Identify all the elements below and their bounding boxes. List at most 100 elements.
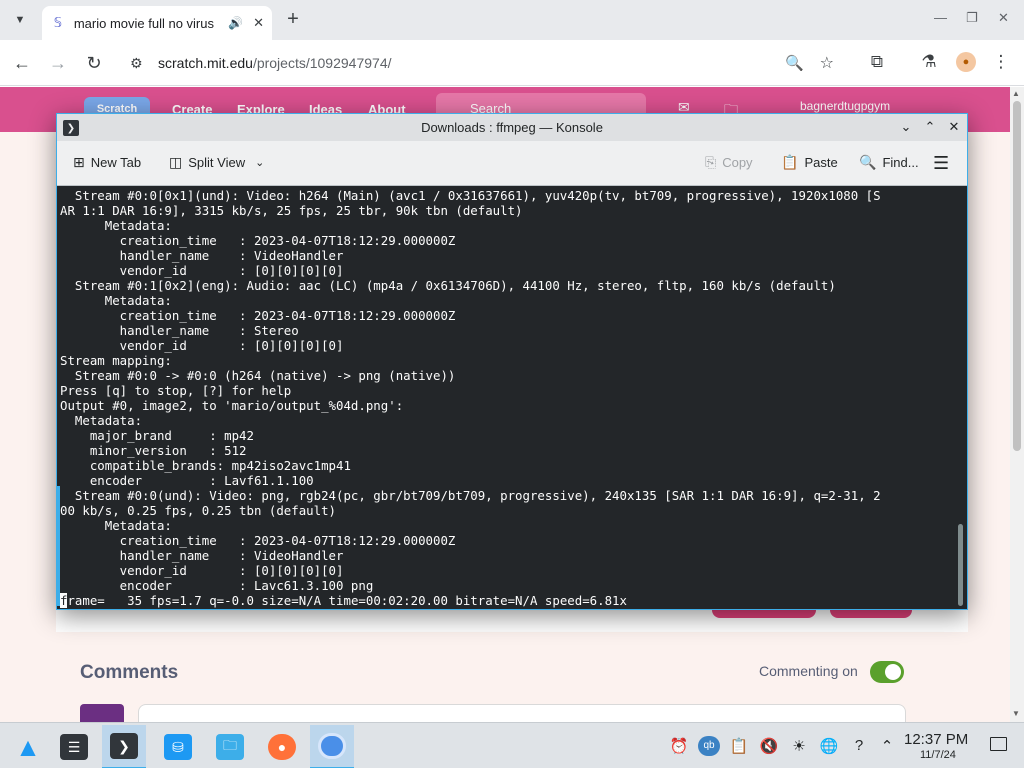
commenting-toggle[interactable] [870,661,904,683]
username[interactable]: bagnerdtugpgym [800,99,890,113]
terminal-line: Metadata: [60,518,172,533]
chromium-glyph [318,733,346,759]
help-icon[interactable]: ? [848,737,870,754]
terminal-line: creation_time : 2023-04-07T18:12:29.0000… [60,308,456,323]
new-tab-button[interactable]: ⊞ New Tab [73,154,141,171]
qbittorrent-icon[interactable]: qb [698,736,720,756]
copy-icon: ⎘ [705,154,717,170]
terminal-line: creation_time : 2023-04-07T18:12:29.0000… [60,533,456,548]
terminal-scrollbar[interactable] [955,186,967,609]
search-icon: 🔍 [859,154,877,170]
browser-menu-icon[interactable]: ⋮ [990,52,1012,72]
terminal-line: creation_time : 2023-04-07T18:12:29.0000… [60,233,456,248]
terminal-line: Metadata: [60,413,143,428]
scroll-up-icon[interactable]: ▲ [1012,89,1020,98]
terminal-line: encoder : Lavf61.1.100 [60,473,314,488]
firefox-icon[interactable]: ● [260,725,304,768]
terminal-line: Press [q] to stop, [?] for help [60,383,292,398]
page-scrollbar-thumb[interactable] [1013,101,1021,451]
tray-expand-chevron-icon[interactable]: ⌃ [876,737,898,755]
comment-input[interactable] [138,704,906,724]
close-window-icon[interactable]: ✕ [998,10,1009,26]
discover-icon[interactable]: ⛁ [156,725,200,768]
terminal-line: minor_version : 512 [60,443,247,458]
speaker-icon[interactable]: 🔊 [228,16,243,30]
browser-tab[interactable]: 𝕊 mario movie full no virus 🔊 ✕ [42,6,272,40]
terminal-line: Metadata: [60,218,172,233]
extensions-puzzle-icon[interactable]: ⧉ [866,52,888,72]
scroll-down-icon[interactable]: ▼ [1012,709,1020,718]
scratch-favicon-icon: 𝕊 [53,15,63,30]
tab-close-icon[interactable]: ✕ [253,15,264,31]
hamburger-menu-icon[interactable]: ☰ [933,153,949,174]
terminal-line: handler_name : Stereo [60,323,299,338]
konsole-toolbar: ⊞ New Tab ◫ Split View ⌄ ⎘ Copy 📋 Paste … [57,141,967,186]
notifications-bell-icon[interactable]: ⏰ [668,737,690,755]
terminal-line: Stream #0:1[0x2](eng): Audio: aac (LC) (… [60,278,836,293]
paste-button[interactable]: 📋 Paste [781,154,838,171]
profile-avatar-icon[interactable]: ● [956,52,976,72]
commenting-label: Commenting on [759,663,858,679]
terminal-line: handler_name : VideoHandler [60,248,344,263]
terminal-line: major_brand : mp42 [60,428,254,443]
chevron-up-icon[interactable]: ⌃ [921,118,939,136]
restore-icon[interactable]: ❐ [966,10,978,26]
minimize-icon[interactable]: — [934,10,947,25]
address-bar[interactable]: ⚙ scratch.mit.edu/projects/1092947974/ 🔍… [116,46,856,80]
dolphin-folder-icon[interactable]: 🗀 [208,725,252,768]
site-info-icon[interactable]: ⚙ [130,55,143,72]
app-launcher-icon[interactable]: ▲ [6,725,50,768]
zoom-icon[interactable]: 🔍 [785,54,804,72]
chevron-down-icon[interactable]: ⌄ [255,156,264,169]
toggle-knob [885,664,901,680]
copy-button[interactable]: ⎘ Copy [705,154,753,171]
browser-toolbar: ← → ↻ ⚙ scratch.mit.edu/projects/1092947… [0,40,1024,86]
konsole-glyph: ❯ [110,733,138,759]
terminal-text: Stream #0:0[0x1](und): Video: h264 (Main… [60,188,950,608]
split-view-icon: ◫ [169,154,183,170]
terminal-scrollbar-thumb[interactable] [958,524,963,606]
page-scrollbar[interactable]: ▲ ▼ [1010,87,1024,722]
browser-tab-strip: ▼ 𝕊 mario movie full no virus 🔊 ✕ + — ❐ … [0,0,1024,40]
bookmark-star-icon[interactable]: ☆ [820,53,834,73]
terminal-line: Stream #0:0(und): Video: png, rgb24(pc, … [60,488,881,503]
konsole-titlebar[interactable]: ❯ Downloads : ffmpeg — Konsole ⌄ ⌃ ✕ [57,114,967,141]
terminal-line: vendor_id : [0][0][0][0] [60,263,344,278]
terminal-line: vendor_id : [0][0][0][0] [60,563,344,578]
clock-date[interactable]: 11/7/24 [920,749,956,761]
network-globe-icon[interactable]: 🌐 [818,737,840,755]
find-button[interactable]: 🔍 Find... [859,154,919,171]
discover-bag-glyph: ⛁ [164,734,192,760]
close-icon[interactable]: ✕ [945,118,963,136]
terminal-line: 00 kb/s, 0.25 fps, 0.25 tbn (default) [60,503,337,518]
terminal-line: vendor_id : [0][0][0][0] [60,338,344,353]
show-desktop-icon[interactable] [990,737,1007,751]
volume-muted-icon[interactable]: 🔇 [758,737,780,755]
brightness-icon[interactable]: ☀ [788,737,810,755]
terminal-progress-line: frame= 35 fps=1.7 q=-0.0 size=N/A time=0… [60,593,950,608]
taskbar: ▲ ☰ ❯ ⛁ 🗀 ● ⏰ qb 📋 🔇 ☀ 🌐 ? ⌃ [0,722,1024,768]
chevron-down-icon[interactable]: ⌄ [897,118,915,136]
terminal-line: Metadata: [60,293,172,308]
settings-sliders-glyph: ☰ [60,734,88,760]
new-tab-plus-icon[interactable]: + [282,8,304,30]
new-tab-icon: ⊞ [73,154,85,170]
terminal-output[interactable]: Stream #0:0[0x1](und): Video: h264 (Main… [57,186,955,609]
progress-text: rame= 35 fps=1.7 q=-0.0 size=N/A time=00… [67,593,627,608]
labs-flask-icon[interactable]: ⚗ [918,52,940,72]
url-text[interactable]: scratch.mit.edu/projects/1092947974/ [158,55,392,71]
clipboard-icon[interactable]: 📋 [728,737,750,755]
find-label: Find... [882,155,919,170]
konsole-title: Downloads : ffmpeg — Konsole [421,120,603,135]
back-arrow-icon[interactable]: ← [10,51,34,75]
system-settings-icon[interactable]: ☰ [52,725,96,768]
firefox-glyph: ● [268,734,296,760]
konsole-taskbar-icon[interactable]: ❯ [102,725,146,768]
split-view-button[interactable]: ◫ Split View ⌄ [169,154,264,171]
tab-search-chevron-icon[interactable]: ▼ [8,8,32,32]
forward-arrow-icon[interactable]: → [46,51,70,75]
chromium-icon[interactable] [310,725,354,768]
clock-time[interactable]: 12:37 PM [904,731,968,748]
reload-icon[interactable]: ↻ [82,51,106,75]
konsole-window: ❯ Downloads : ffmpeg — Konsole ⌄ ⌃ ✕ ⊞ N… [56,113,968,610]
